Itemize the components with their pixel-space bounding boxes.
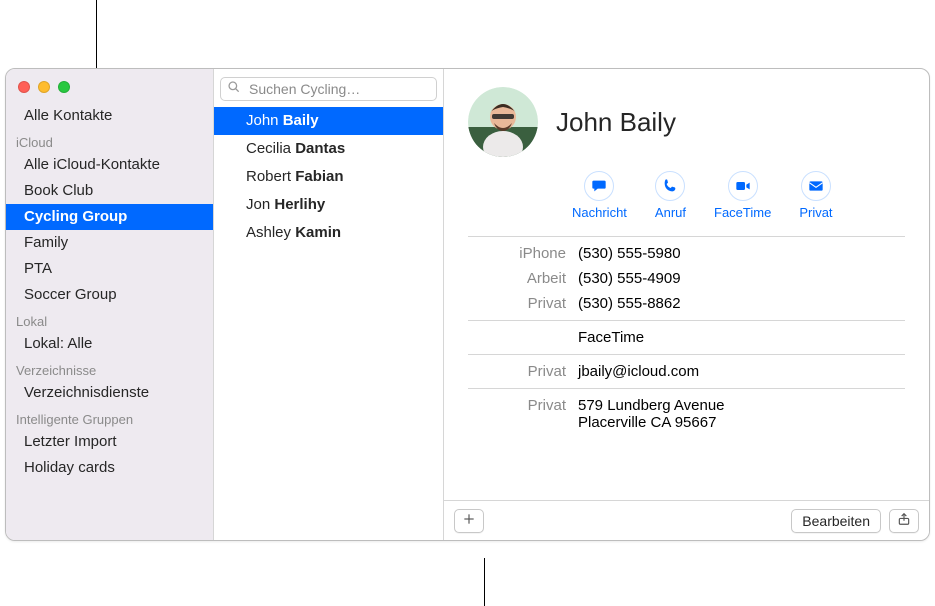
sidebar-item-directory-services[interactable]: Verzeichnisdienste <box>6 380 213 406</box>
field-row: Arbeit (530) 555-4909 <box>468 266 905 291</box>
sidebar-item-book-club[interactable]: Book Club <box>6 178 213 204</box>
field-label: Privat <box>468 397 566 431</box>
contact-last: Fabian <box>295 168 343 185</box>
field-label: Privat <box>468 295 566 312</box>
sidebar-item-holiday-cards[interactable]: Holiday cards <box>6 455 213 481</box>
field-value[interactable]: (530) 555-8862 <box>578 295 905 312</box>
sidebar-item-family[interactable]: Family <box>6 230 213 256</box>
contact-last: Dantas <box>295 140 345 157</box>
field-label: Privat <box>468 363 566 380</box>
address-line: 579 Lundberg Avenue <box>578 397 905 414</box>
field-row: Privat (530) 555-8862 <box>468 291 905 316</box>
sidebar-item-pta[interactable]: PTA <box>6 256 213 282</box>
share-icon <box>897 512 911 529</box>
field-row: iPhone (530) 555-5980 <box>468 241 905 266</box>
sidebar-header-local: Lokal <box>6 308 213 331</box>
plus-icon <box>462 512 476 529</box>
message-icon <box>584 171 614 201</box>
sidebar-item-all-contacts[interactable]: Alle Kontakte <box>6 103 213 129</box>
window-controls <box>6 75 213 103</box>
contact-fields: iPhone (530) 555-5980 Arbeit (530) 555-4… <box>468 232 905 435</box>
minimize-window-button[interactable] <box>38 81 50 93</box>
sidebar-item-last-import[interactable]: Letzter Import <box>6 429 213 455</box>
contact-last: Baily <box>283 112 319 129</box>
add-field-button[interactable] <box>454 509 484 533</box>
close-window-button[interactable] <box>18 81 30 93</box>
field-row: Privat jbaily@icloud.com <box>468 359 905 384</box>
share-button[interactable] <box>889 509 919 533</box>
action-label: Privat <box>799 205 832 220</box>
contact-row[interactable]: Robert Fabian <box>214 163 443 191</box>
sidebar-item-cycling-group[interactable]: Cycling Group <box>6 204 213 230</box>
edit-button[interactable]: Bearbeiten <box>791 509 881 533</box>
field-row: Privat 579 Lundberg Avenue Placerville C… <box>468 393 905 435</box>
search-input[interactable] <box>247 80 430 98</box>
contact-first: Cecilia <box>246 140 291 157</box>
contact-row[interactable]: Jon Herlihy <box>214 191 443 219</box>
contact-actions: Nachricht Anruf FaceTime <box>468 171 905 232</box>
contact-row[interactable]: Cecilia Dantas <box>214 135 443 163</box>
detail-toolbar: Bearbeiten <box>444 500 929 540</box>
contact-list: John Baily Cecilia Dantas Robert Fabian … <box>214 107 443 247</box>
sidebar-header-directories: Verzeichnisse <box>6 357 213 380</box>
contact-first: Robert <box>246 168 291 185</box>
action-label: Anruf <box>655 205 686 220</box>
sidebar-item-local-all[interactable]: Lokal: Alle <box>6 331 213 357</box>
field-label: iPhone <box>468 245 566 262</box>
contact-detail: John Baily Nachricht Anruf <box>444 69 929 540</box>
field-value[interactable]: FaceTime <box>578 329 905 346</box>
zoom-window-button[interactable] <box>58 81 70 93</box>
action-mail[interactable]: Privat <box>799 171 832 220</box>
sidebar: Alle Kontakte iCloud Alle iCloud-Kontakt… <box>6 69 214 540</box>
contact-first: Ashley <box>246 224 291 241</box>
field-label: Arbeit <box>468 270 566 287</box>
field-value[interactable]: (530) 555-4909 <box>578 270 905 287</box>
field-row: FaceTime <box>468 325 905 350</box>
contact-first: Jon <box>246 196 270 213</box>
contact-last: Herlihy <box>274 196 325 213</box>
field-value[interactable]: 579 Lundberg Avenue Placerville CA 95667 <box>578 397 905 431</box>
field-value[interactable]: (530) 555-5980 <box>578 245 905 262</box>
callout-line-top <box>96 0 97 68</box>
search-field[interactable] <box>220 77 437 101</box>
field-value[interactable]: jbaily@icloud.com <box>578 363 905 380</box>
field-label <box>468 329 566 346</box>
avatar[interactable] <box>468 87 538 157</box>
sidebar-header-smart-groups: Intelligente Gruppen <box>6 406 213 429</box>
address-line: Placerville CA 95667 <box>578 414 905 431</box>
action-message[interactable]: Nachricht <box>572 171 627 220</box>
sidebar-header-icloud: iCloud <box>6 129 213 152</box>
contacts-window: Alle Kontakte iCloud Alle iCloud-Kontakt… <box>5 68 930 541</box>
contact-name: John Baily <box>556 107 676 138</box>
sidebar-item-soccer-group[interactable]: Soccer Group <box>6 282 213 308</box>
action-label: FaceTime <box>714 205 771 220</box>
video-icon <box>728 171 758 201</box>
action-label: Nachricht <box>572 205 627 220</box>
action-call[interactable]: Anruf <box>655 171 686 220</box>
contact-last: Kamin <box>295 224 341 241</box>
contact-row[interactable]: John Baily <box>214 107 443 135</box>
phone-icon <box>655 171 685 201</box>
callout-line-bottom <box>484 558 485 606</box>
contact-first: John <box>246 112 279 129</box>
contact-row[interactable]: Ashley Kamin <box>214 219 443 247</box>
action-facetime[interactable]: FaceTime <box>714 171 771 220</box>
search-icon <box>227 80 241 99</box>
mail-icon <box>801 171 831 201</box>
contact-list-column: John Baily Cecilia Dantas Robert Fabian … <box>214 69 444 540</box>
sidebar-item-icloud-all[interactable]: Alle iCloud-Kontakte <box>6 152 213 178</box>
